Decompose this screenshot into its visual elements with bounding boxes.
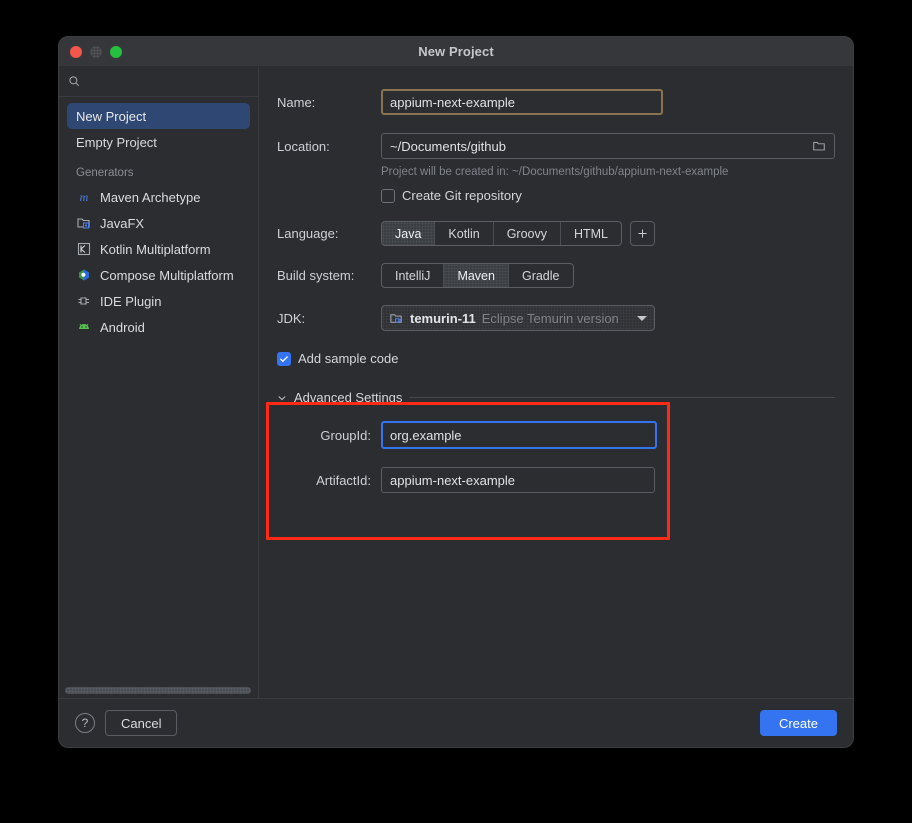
- window-title: New Project: [59, 44, 853, 59]
- zoom-button[interactable]: [110, 46, 122, 58]
- create-button[interactable]: Create: [760, 710, 837, 736]
- language-option-groovy[interactable]: Groovy: [494, 222, 561, 245]
- minimize-button[interactable]: [90, 46, 102, 58]
- cancel-button[interactable]: Cancel: [105, 710, 177, 736]
- sample-code-label: Add sample code: [298, 351, 398, 366]
- dialog-footer: ? Cancel Create: [59, 698, 853, 747]
- folder-icon[interactable]: [812, 139, 826, 153]
- group-id-input[interactable]: [390, 428, 648, 443]
- sidebar-item-android[interactable]: Android: [67, 314, 250, 340]
- language-label: Language:: [277, 226, 381, 241]
- plus-icon: [636, 227, 649, 240]
- artifact-id-field[interactable]: [381, 467, 655, 493]
- build-system-row: Build system: IntelliJ Maven Gradle: [277, 263, 835, 288]
- sample-code-checkbox[interactable]: [277, 352, 291, 366]
- build-system-segmented-control[interactable]: IntelliJ Maven Gradle: [381, 263, 574, 288]
- kotlin-icon: [76, 241, 92, 257]
- location-input[interactable]: [390, 139, 812, 154]
- sidebar-item-label: Android: [100, 320, 145, 335]
- compose-icon: [76, 267, 92, 283]
- svg-text:m: m: [80, 190, 89, 204]
- language-option-java[interactable]: Java: [382, 222, 435, 245]
- close-button[interactable]: [70, 46, 82, 58]
- location-field[interactable]: [381, 133, 835, 159]
- maven-icon: m: [76, 189, 92, 205]
- artifact-id-label: ArtifactId:: [277, 473, 381, 488]
- main-form: Name: Location: Project will be c: [259, 67, 853, 698]
- sidebar-item-label: Empty Project: [76, 135, 157, 150]
- sidebar-item-javafx[interactable]: JavaFX: [67, 210, 250, 236]
- artifact-id-input[interactable]: [390, 473, 646, 488]
- sidebar-item-ide-plugin[interactable]: IDE Plugin: [67, 288, 250, 314]
- advanced-settings-divider: [409, 397, 835, 398]
- help-button[interactable]: ?: [75, 713, 95, 733]
- sidebar-list: New Project Empty Project Generators m M…: [59, 97, 258, 698]
- language-segmented-control[interactable]: Java Kotlin Groovy HTML: [381, 221, 622, 246]
- sidebar-horizontal-scrollbar[interactable]: [65, 687, 251, 694]
- javafx-icon: [76, 215, 92, 231]
- dialog-body: New Project Empty Project Generators m M…: [59, 67, 853, 698]
- artifact-id-row: ArtifactId:: [277, 467, 835, 493]
- jdk-value: temurin-11: [410, 311, 476, 326]
- location-hint: Project will be created in: ~/Documents/…: [381, 166, 835, 178]
- sidebar-item-new-project[interactable]: New Project: [67, 103, 250, 129]
- name-label: Name:: [277, 95, 381, 110]
- sidebar: New Project Empty Project Generators m M…: [59, 67, 259, 698]
- name-input[interactable]: [390, 95, 654, 110]
- jdk-description: Eclipse Temurin version: [482, 311, 631, 326]
- sidebar-item-empty-project[interactable]: Empty Project: [67, 129, 250, 155]
- build-system-option-intellij[interactable]: IntelliJ: [382, 264, 444, 287]
- sidebar-item-label: New Project: [76, 109, 146, 124]
- search-input[interactable]: [87, 75, 249, 89]
- add-language-button[interactable]: [630, 221, 655, 246]
- android-icon: [76, 319, 92, 335]
- location-row: Location:: [277, 133, 835, 159]
- group-id-row: GroupId:: [277, 421, 835, 449]
- jdk-row: JDK: temurin-11 Eclipse Temurin version: [277, 305, 835, 331]
- group-id-field[interactable]: [381, 421, 657, 449]
- language-row: Language: Java Kotlin Groovy HTML: [277, 221, 835, 246]
- language-option-html[interactable]: HTML: [561, 222, 621, 245]
- build-system-label: Build system:: [277, 268, 381, 283]
- check-icon: [279, 354, 289, 364]
- new-project-dialog: New Project New Project Empt: [58, 36, 854, 748]
- sidebar-item-label: Kotlin Multiplatform: [100, 242, 211, 257]
- sidebar-item-label: Compose Multiplatform: [100, 268, 234, 283]
- git-repository-label: Create Git repository: [402, 188, 522, 203]
- language-option-kotlin[interactable]: Kotlin: [435, 222, 493, 245]
- sidebar-item-label: IDE Plugin: [100, 294, 161, 309]
- git-repository-checkbox-row[interactable]: Create Git repository: [381, 188, 835, 203]
- location-label: Location:: [277, 139, 381, 154]
- sidebar-item-kotlin-multiplatform[interactable]: Kotlin Multiplatform: [67, 236, 250, 262]
- search-icon: [68, 75, 81, 88]
- sample-code-checkbox-row[interactable]: Add sample code: [277, 351, 835, 366]
- group-id-label: GroupId:: [277, 428, 381, 443]
- jdk-label: JDK:: [277, 311, 381, 326]
- advanced-settings-header[interactable]: Advanced Settings: [277, 390, 835, 405]
- sidebar-item-label: JavaFX: [100, 216, 144, 231]
- screenshot-root: New Project New Project Empt: [0, 0, 912, 823]
- chevron-down-icon[interactable]: [277, 393, 287, 403]
- name-field[interactable]: [381, 89, 663, 115]
- advanced-settings-title: Advanced Settings: [294, 390, 402, 405]
- sidebar-item-label: Maven Archetype: [100, 190, 200, 205]
- jdk-icon: [389, 311, 404, 326]
- name-row: Name:: [277, 89, 835, 115]
- sidebar-item-compose-multiplatform[interactable]: Compose Multiplatform: [67, 262, 250, 288]
- build-system-option-maven[interactable]: Maven: [444, 264, 509, 287]
- sidebar-item-maven-archetype[interactable]: m Maven Archetype: [67, 184, 250, 210]
- window-titlebar: New Project: [59, 37, 853, 67]
- build-system-option-gradle[interactable]: Gradle: [509, 264, 573, 287]
- git-repository-checkbox[interactable]: [381, 189, 395, 203]
- jdk-dropdown[interactable]: temurin-11 Eclipse Temurin version: [381, 305, 655, 331]
- chevron-down-icon[interactable]: [637, 316, 647, 321]
- plugin-icon: [76, 293, 92, 309]
- window-controls: [70, 46, 122, 58]
- sidebar-group-generators: Generators: [67, 155, 250, 184]
- sidebar-search-row[interactable]: [59, 67, 258, 97]
